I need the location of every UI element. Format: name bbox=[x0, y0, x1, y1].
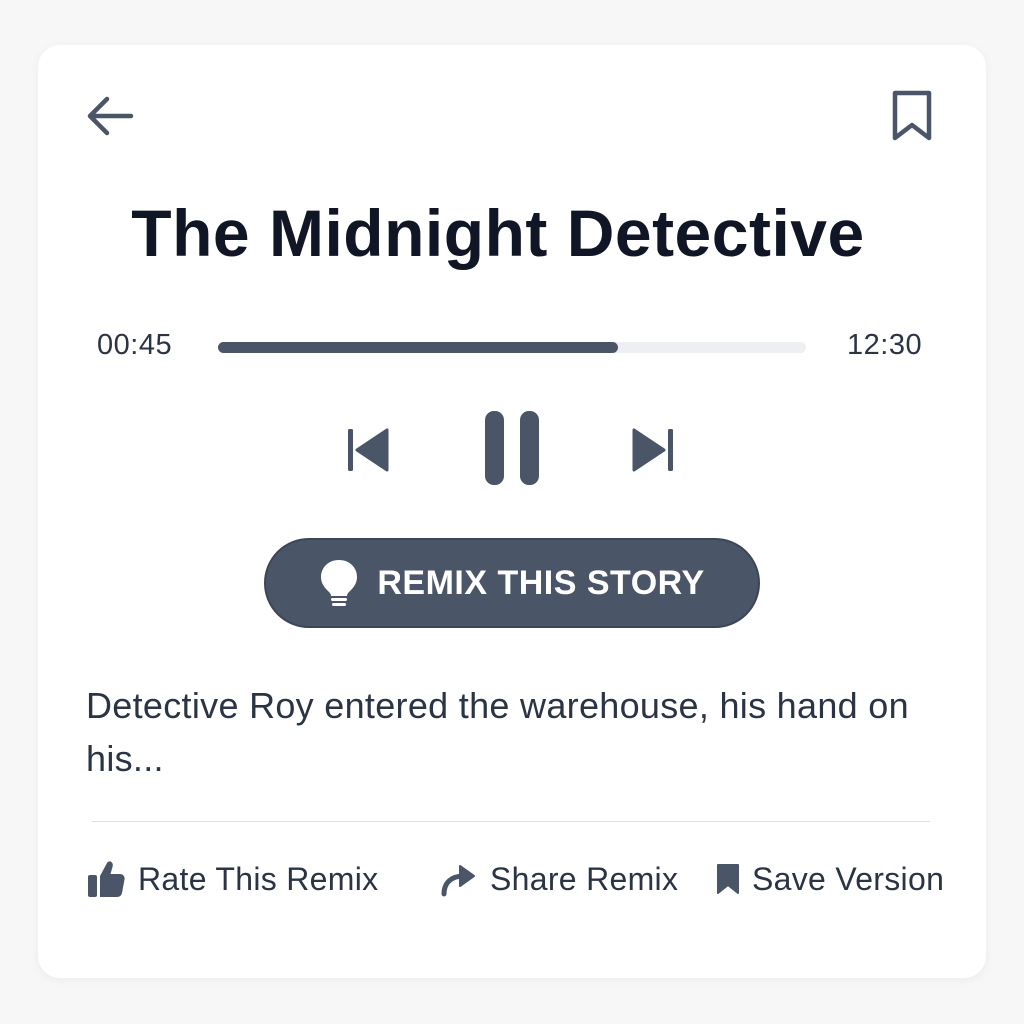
share-arrow-icon bbox=[441, 865, 475, 897]
progress-bar[interactable] bbox=[218, 342, 806, 353]
divider bbox=[92, 821, 930, 822]
share-remix-label: Share Remix bbox=[490, 860, 679, 897]
save-version-label: Save Version bbox=[752, 860, 945, 897]
back-button[interactable] bbox=[82, 91, 138, 141]
bookmark-outline-icon bbox=[892, 90, 932, 141]
share-remix-button[interactable]: Share Remix bbox=[440, 855, 678, 903]
current-time: 00:45 bbox=[97, 329, 173, 361]
story-player-card: The Midnight Detective 00:45 12:30 REMIX… bbox=[38, 45, 986, 978]
lightbulb-icon bbox=[321, 560, 358, 606]
previous-button[interactable] bbox=[338, 420, 398, 480]
story-title: The Midnight Detective bbox=[131, 196, 865, 270]
story-excerpt: Detective Roy entered the warehouse, his… bbox=[86, 685, 909, 779]
next-button[interactable] bbox=[623, 420, 683, 480]
pause-button[interactable] bbox=[478, 407, 546, 489]
thumbs-up-icon bbox=[88, 861, 125, 897]
save-version-button[interactable]: Save Version bbox=[716, 855, 944, 903]
rate-remix-label: Rate This Remix bbox=[138, 860, 379, 897]
pause-icon bbox=[485, 411, 539, 485]
skip-previous-icon bbox=[348, 428, 389, 472]
bookmark-button[interactable] bbox=[886, 87, 938, 145]
bookmark-filled-icon bbox=[717, 864, 739, 894]
remix-story-button[interactable]: REMIX THIS STORY bbox=[264, 538, 760, 628]
progress-bar-fill bbox=[218, 342, 618, 353]
total-time: 12:30 bbox=[847, 329, 923, 361]
arrow-left-icon bbox=[87, 96, 134, 136]
rate-remix-button[interactable]: Rate This Remix bbox=[86, 855, 378, 903]
remix-button-label: REMIX THIS STORY bbox=[377, 563, 705, 602]
skip-next-icon bbox=[632, 428, 673, 472]
